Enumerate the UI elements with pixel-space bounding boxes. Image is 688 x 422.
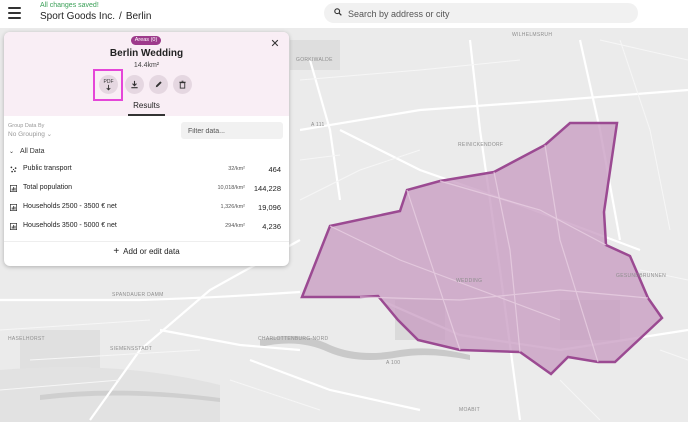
- transit-icon: [10, 166, 17, 173]
- chart-icon: [10, 223, 17, 230]
- group-by-select[interactable]: No Grouping ⌄: [8, 130, 52, 138]
- area-panel: Areas (0) ✕ Berlin Wedding 14.4km² PDF R…: [4, 32, 289, 266]
- map-label-gesundbrunnen: GESUNDBRUNNEN: [616, 273, 667, 279]
- filter-field[interactable]: [181, 122, 283, 139]
- add-data-label: Add or edit data: [123, 247, 180, 256]
- row-value: 19,096: [258, 203, 281, 212]
- trash-icon: [179, 80, 186, 89]
- map-label-charlottenburg-nord: CHARLOTTENBURG-NORD: [258, 336, 329, 342]
- tab-results[interactable]: Results: [128, 101, 165, 110]
- add-data-button[interactable]: + Add or edit data: [4, 246, 289, 257]
- data-row[interactable]: Public transport 32/km² 464: [4, 162, 289, 178]
- top-bar: All changes saved! Sport Goods Inc. / Berl…: [0, 0, 688, 29]
- chart-icon: [10, 185, 17, 192]
- divider: [4, 241, 289, 242]
- all-data-label: All Data: [20, 148, 45, 155]
- pdf-button-highlight: [93, 69, 123, 101]
- chevron-down-icon: ⌄: [9, 149, 15, 155]
- breadcrumb-location[interactable]: Berlin: [126, 11, 152, 22]
- row-density: 294/km²: [225, 223, 245, 229]
- save-status: All changes saved!: [40, 2, 99, 9]
- menu-icon[interactable]: [8, 7, 21, 19]
- map-label-haselhorst: HASELHORST: [8, 336, 45, 342]
- row-density: 10,018/km²: [217, 185, 245, 191]
- row-value: 4,236: [262, 222, 281, 231]
- breadcrumb-company[interactable]: Sport Goods Inc.: [40, 11, 115, 22]
- area-title: Berlin Wedding: [109, 48, 184, 59]
- row-value: 144,228: [253, 184, 281, 193]
- search-input[interactable]: [346, 5, 630, 23]
- map-label-wilhelmsruh: WILHELMSRUH: [512, 32, 553, 38]
- data-row[interactable]: Households 2500 - 3500 € net 1,326/km² 1…: [4, 200, 289, 216]
- download-button[interactable]: [125, 75, 144, 94]
- map-label-wedding: WEDDING: [456, 278, 483, 284]
- data-row[interactable]: Total population 10,018/km² 144,228: [4, 181, 289, 197]
- areas-chip[interactable]: Areas (0): [131, 36, 161, 45]
- group-by-label: Group Data By: [8, 123, 45, 129]
- chart-icon: [10, 204, 17, 211]
- pencil-icon: [155, 81, 162, 88]
- filter-input[interactable]: [186, 124, 282, 139]
- chevron-down-icon: ⌄: [46, 131, 53, 138]
- search-icon: [334, 8, 342, 16]
- area-size: 14.4km²: [133, 62, 160, 69]
- row-label: Households 3500 - 5000 € net: [23, 222, 117, 229]
- map-label-reinickendorf: REINICKENDORF: [458, 142, 504, 148]
- map-label-a100: A 100: [386, 360, 401, 366]
- map-label-siemensstadt: SIEMENSSTADT: [110, 346, 153, 352]
- breadcrumb-separator: /: [119, 11, 122, 22]
- data-row[interactable]: Households 3500 - 5000 € net 294/km² 4,2…: [4, 219, 289, 235]
- delete-button[interactable]: [173, 75, 192, 94]
- plus-icon: +: [113, 246, 120, 257]
- search-bar[interactable]: [324, 3, 638, 23]
- row-label: Households 2500 - 3500 € net: [23, 203, 117, 210]
- map-label-moabit: MOABIT: [459, 407, 480, 413]
- map-label-a111: A 111: [311, 122, 325, 128]
- edit-button[interactable]: [149, 75, 168, 94]
- row-density: 1,326/km²: [220, 204, 245, 210]
- group-by-value: No Grouping: [8, 131, 45, 138]
- all-data-toggle[interactable]: ⌄ All Data: [9, 148, 45, 155]
- download-icon: [131, 80, 138, 89]
- breadcrumb: Sport Goods Inc. / Berlin: [40, 11, 151, 22]
- map-label-district: GORKIWALDE: [296, 57, 333, 63]
- row-density: 32/km²: [228, 166, 245, 172]
- tab-indicator: [128, 114, 165, 116]
- map-label-road: SPANDAUER DAMM: [112, 292, 164, 298]
- row-label: Total population: [23, 184, 73, 191]
- row-value: 464: [268, 165, 281, 174]
- row-label: Public transport: [23, 165, 72, 172]
